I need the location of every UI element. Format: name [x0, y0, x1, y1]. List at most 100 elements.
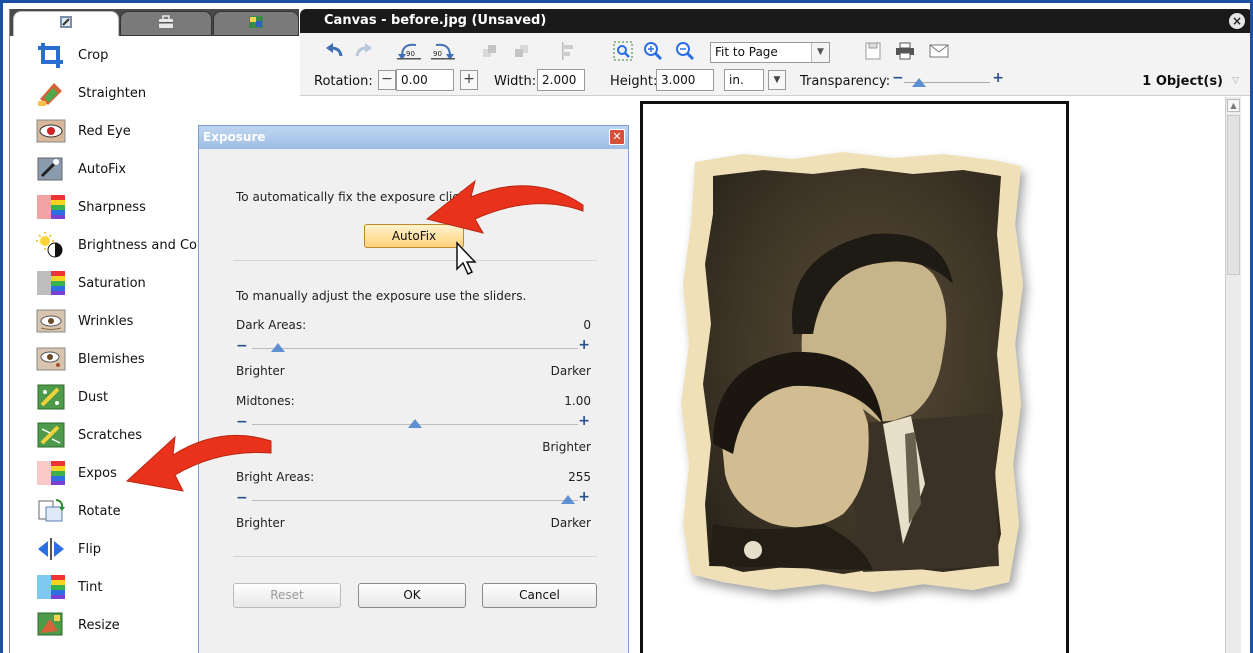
chevron-down-icon: ▼ — [811, 43, 829, 62]
manual-instructions: To manually adjust the exposure use the … — [236, 289, 527, 303]
midtones-right-label: Brighter — [542, 440, 591, 454]
dust-icon — [36, 383, 66, 411]
redo-icon[interactable] — [352, 41, 376, 61]
midtones-left-label: er — [236, 440, 249, 454]
midtones-slider[interactable]: − + — [236, 413, 594, 432]
red-eye-icon — [36, 117, 66, 145]
object-properties-bar: Rotation: − 0.00 + Width: 2.000 Height: … — [300, 66, 1250, 96]
tool-crop[interactable]: Crop — [10, 36, 299, 74]
briefcase-tab-icon — [158, 14, 174, 33]
close-icon[interactable]: ✕ — [609, 129, 625, 145]
rotate-left-icon[interactable]: 90 — [396, 41, 422, 61]
old-couple-photo[interactable] — [643, 104, 1066, 653]
dark-right-label: Darker — [550, 364, 591, 378]
slider-thumb[interactable] — [561, 495, 576, 504]
tool-label: Straighten — [78, 85, 147, 101]
align-icon[interactable] — [558, 41, 578, 61]
rotation-increment-button[interactable]: + — [460, 70, 478, 90]
tool-label: Saturation — [78, 275, 146, 291]
rotation-decrement-button[interactable]: − — [378, 70, 396, 90]
email-icon[interactable] — [928, 41, 950, 61]
chevron-down-icon[interactable]: ▽ — [1232, 76, 1239, 86]
fit-zoom-icon[interactable] — [612, 41, 634, 61]
bright-areas-slider[interactable]: − + — [236, 489, 594, 508]
send-backward-icon[interactable] — [512, 41, 532, 61]
tool-label: Brightness and Cor — [78, 237, 203, 253]
slider-thumb[interactable] — [271, 343, 286, 352]
dark-areas-label: Dark Areas: — [236, 318, 307, 332]
tool-label: Blemishes — [78, 351, 145, 367]
tool-straighten[interactable]: Straighten — [10, 74, 299, 112]
tab-images[interactable] — [213, 11, 299, 36]
tab-tools[interactable] — [13, 11, 119, 36]
slider-thumb[interactable] — [912, 78, 926, 87]
midtones-label: Midtones: — [236, 394, 295, 408]
tool-label: Expos — [78, 465, 117, 481]
tab-projects[interactable] — [120, 11, 212, 36]
app-window: Crop Straighten Red Eye AutoFix Sharpnes… — [0, 0, 1253, 653]
zoom-select[interactable]: Fit to Page ▼ — [710, 42, 830, 63]
tool-label: Crop — [78, 47, 109, 63]
image-tab-icon — [248, 15, 264, 33]
unit-select[interactable]: in. — [724, 69, 764, 91]
cancel-button[interactable]: Cancel — [482, 583, 597, 608]
blemishes-icon — [36, 345, 66, 373]
tool-label: Scratches — [78, 427, 142, 443]
dark-areas-slider[interactable]: − + — [236, 337, 594, 356]
dark-left-label: Brighter — [236, 364, 285, 378]
plus-icon: + — [578, 337, 590, 353]
canvas-toolbar: 90 90 Fit to Page ▼ — [300, 33, 1250, 66]
scratches-icon — [36, 421, 66, 449]
minus-icon: − — [236, 490, 248, 506]
scroll-up-icon[interactable]: ▲ — [1227, 99, 1240, 112]
minus-icon: − — [892, 70, 904, 86]
divider — [233, 260, 597, 261]
brightness-icon — [36, 231, 66, 259]
exposure-icon — [36, 459, 66, 487]
midtones-value: 1.00 — [564, 394, 591, 408]
bring-forward-icon[interactable] — [480, 41, 500, 61]
tool-label: Resize — [78, 617, 120, 633]
width-input[interactable]: 2.000 — [537, 69, 585, 91]
wrinkles-icon — [36, 307, 66, 335]
plus-icon: + — [992, 70, 1004, 86]
plus-icon: + — [578, 413, 590, 429]
tool-label: Wrinkles — [78, 313, 134, 329]
height-input[interactable]: 3.000 — [656, 69, 714, 91]
slider-thumb[interactable] — [408, 419, 422, 428]
svg-text:90: 90 — [406, 50, 415, 58]
width-label: Width: — [494, 74, 537, 89]
divider — [233, 556, 597, 557]
print-icon[interactable] — [894, 41, 916, 61]
autofix-button[interactable]: AutoFix — [364, 224, 464, 248]
rotate-icon — [36, 497, 66, 525]
transparency-slider[interactable]: − + — [892, 70, 1004, 89]
rotation-label: Rotation: — [314, 74, 373, 89]
vertical-scrollbar[interactable]: ▲ — [1225, 97, 1241, 653]
auto-instructions: To automatically fix the exposure click — [236, 190, 466, 204]
height-label: Height: — [610, 74, 658, 89]
chevron-down-icon[interactable]: ▼ — [768, 70, 786, 90]
save-icon[interactable] — [863, 41, 883, 61]
zoom-in-icon[interactable] — [642, 41, 664, 61]
minus-icon: − — [236, 338, 248, 354]
zoom-out-icon[interactable] — [674, 41, 696, 61]
dialog-title: Exposure — [203, 130, 266, 144]
crop-icon — [36, 41, 66, 69]
ok-button[interactable]: OK — [358, 583, 466, 608]
canvas-page[interactable] — [640, 101, 1069, 653]
minus-icon: − — [236, 414, 248, 430]
autofix-icon — [36, 155, 66, 183]
sharpness-icon — [36, 193, 66, 221]
close-icon[interactable]: × — [1229, 13, 1245, 29]
transparency-label: Transparency: — [800, 74, 891, 89]
bright-areas-value: 255 — [568, 470, 591, 484]
canvas-title-bar: Canvas - before.jpg (Unsaved) × — [300, 9, 1250, 33]
undo-icon[interactable] — [322, 41, 346, 61]
rotate-right-icon[interactable]: 90 — [430, 41, 456, 61]
rotation-input[interactable]: 0.00 — [396, 69, 454, 91]
scroll-thumb[interactable] — [1227, 115, 1240, 275]
dark-areas-value: 0 — [583, 318, 591, 332]
tool-label: Rotate — [78, 503, 121, 519]
reset-button[interactable]: Reset — [233, 583, 341, 608]
